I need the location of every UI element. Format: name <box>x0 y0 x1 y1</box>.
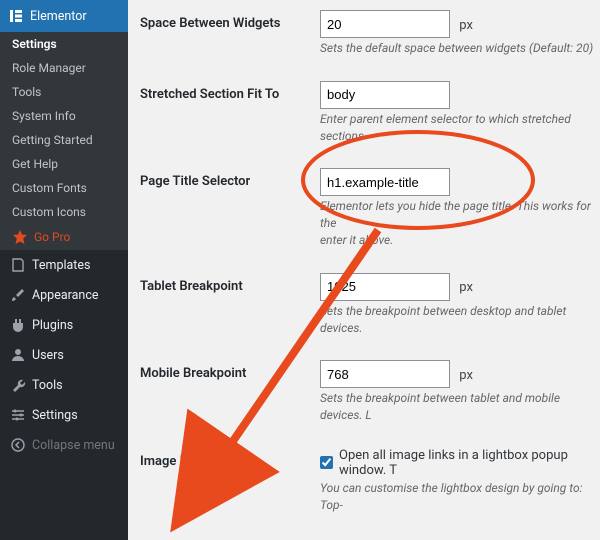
label-stretched: Stretched Section Fit To <box>140 81 320 102</box>
sliders-icon <box>10 407 26 423</box>
sidebar-settings[interactable]: Settings <box>0 400 128 430</box>
sidebar-sub-go-pro[interactable]: Go Pro <box>0 224 128 250</box>
checkbox-lightbox[interactable] <box>320 456 333 469</box>
input-stretched[interactable] <box>320 81 450 109</box>
desc-mobile: Sets the breakpoint between tablet and m… <box>320 388 600 432</box>
sidebar-sub-system-info[interactable]: System Info <box>0 104 128 128</box>
input-space-widgets[interactable] <box>320 10 450 38</box>
collapse-icon <box>10 437 26 453</box>
users-icon <box>10 347 26 363</box>
label-lightbox: Image Lightbox <box>140 448 320 469</box>
sidebar-sub-get-help[interactable]: Get Help <box>0 152 128 176</box>
label-space-widgets: Space Between Widgets <box>140 10 320 31</box>
sidebar-sub-getting-started[interactable]: Getting Started <box>0 128 128 152</box>
admin-sidebar: Elementor Settings Role Manager Tools Sy… <box>0 0 128 540</box>
input-mobile[interactable] <box>320 360 450 388</box>
unit-px: px <box>459 18 473 33</box>
desc-lightbox: You can customise the lightbox design by… <box>320 478 600 522</box>
plug-icon <box>10 317 26 333</box>
sidebar-sub-settings[interactable]: Settings <box>0 32 128 56</box>
desc-space-widgets: Sets the default space between widgets (… <box>320 38 600 65</box>
sidebar-templates[interactable]: Templates <box>0 250 128 280</box>
sidebar-collapse[interactable]: Collapse menu <box>0 430 128 460</box>
desc-tablet: Sets the breakpoint between desktop and … <box>320 301 600 345</box>
elementor-icon <box>8 8 24 24</box>
star-icon <box>12 229 28 245</box>
templates-icon <box>10 257 26 273</box>
desc-stretched: Enter parent element selector to which s… <box>320 109 600 153</box>
desc-page-title: Elementor lets you hide the page title. … <box>320 196 600 256</box>
sidebar-users[interactable]: Users <box>0 340 128 370</box>
unit-px: px <box>459 368 473 383</box>
input-page-title[interactable] <box>320 168 450 196</box>
label-page-title: Page Title Selector <box>140 168 320 189</box>
sidebar-elementor[interactable]: Elementor <box>0 0 128 32</box>
sidebar-elementor-label: Elementor <box>30 9 87 24</box>
label-mobile: Mobile Breakpoint <box>140 360 320 381</box>
unit-px: px <box>459 280 473 295</box>
brush-icon <box>10 287 26 303</box>
sidebar-sub-role-manager[interactable]: Role Manager <box>0 56 128 80</box>
label-tablet: Tablet Breakpoint <box>140 273 320 294</box>
sidebar-appearance[interactable]: Appearance <box>0 280 128 310</box>
settings-panel: Space Between Widgets px Sets the defaul… <box>128 0 600 540</box>
lightbox-checkbox-label: Open all image links in a lightbox popup… <box>339 448 600 478</box>
sidebar-plugins[interactable]: Plugins <box>0 310 128 340</box>
sidebar-sub-custom-icons[interactable]: Custom Icons <box>0 200 128 224</box>
input-tablet[interactable] <box>320 273 450 301</box>
sidebar-tools[interactable]: Tools <box>0 370 128 400</box>
wrench-icon <box>10 377 26 393</box>
sidebar-sub-tools[interactable]: Tools <box>0 80 128 104</box>
sidebar-sub-custom-fonts[interactable]: Custom Fonts <box>0 176 128 200</box>
